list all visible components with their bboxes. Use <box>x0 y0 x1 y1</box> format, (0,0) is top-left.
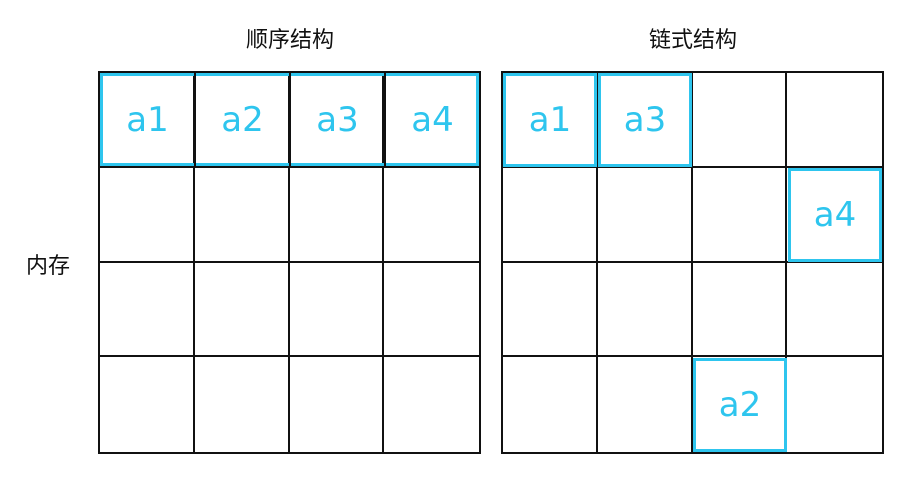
sequential-element-a3: a3 <box>316 99 359 140</box>
sequential-memory-cell <box>100 357 195 452</box>
linked-memory-cell <box>692 167 788 263</box>
linked-element-a1: a1 <box>503 73 597 167</box>
linked-memory-cell <box>787 357 882 452</box>
sequential-element-a1: a1 <box>126 99 169 140</box>
linked-memory-cell <box>597 167 693 263</box>
linked-memory-cell <box>503 262 598 358</box>
sequential-element-a4: a4 <box>411 99 454 140</box>
sequential-memory-cell <box>289 167 385 263</box>
linked-memory-cell <box>787 73 882 168</box>
sequential-memory-cell <box>384 263 479 358</box>
sequential-memory-cell <box>194 262 290 358</box>
memory-label: 内存 <box>26 254 71 279</box>
linked-memory-cell <box>597 262 693 358</box>
sequential-memory-cell <box>384 357 479 452</box>
sequential-memory-cell <box>195 357 290 452</box>
sequential-memory-grid: a1 a2 a3 a4 <box>98 71 481 454</box>
sequential-structure-title: 顺序结构 <box>245 28 334 53</box>
linked-memory-cell <box>598 357 693 452</box>
sequential-element-a2: a2 <box>221 99 264 140</box>
linked-element-a2: a2 <box>693 358 787 452</box>
linked-memory-cell <box>787 263 882 358</box>
linked-element-a4: a4 <box>788 168 882 262</box>
linked-element-a3: a3 <box>598 73 692 167</box>
linked-memory-cell <box>503 167 598 263</box>
sequential-memory-cell <box>290 357 385 452</box>
linked-structure-title: 链式结构 <box>648 28 737 53</box>
sequential-memory-cell <box>100 167 195 263</box>
linked-memory-grid: a1 a3 a4 a2 <box>501 71 884 454</box>
linked-memory-cell <box>692 73 788 168</box>
linked-memory-cell <box>692 262 788 358</box>
sequential-memory-cell <box>194 167 290 263</box>
linked-memory-cell <box>503 357 598 452</box>
sequential-memory-cell <box>384 168 479 263</box>
sequential-memory-cell <box>289 262 385 358</box>
sequential-memory-cell <box>100 262 195 358</box>
